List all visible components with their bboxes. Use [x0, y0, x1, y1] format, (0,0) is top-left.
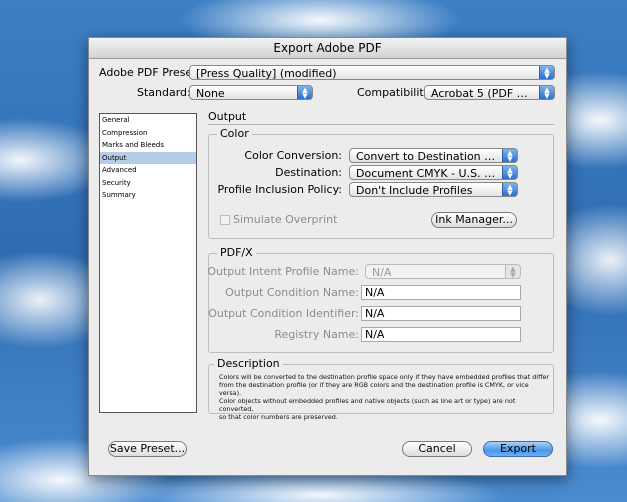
export-dialog: Export Adobe PDF Adobe PDF Preset: [Pres…: [88, 37, 567, 476]
profile-inclusion-value: Don't Include Profiles: [356, 184, 473, 197]
standard-label: Standard:: [137, 86, 191, 99]
up-down-arrows-icon: ▲ ▼: [502, 166, 517, 179]
standard-value: None: [196, 87, 225, 100]
up-down-arrows-icon: ▲ ▼: [505, 265, 520, 278]
description-line: from the destination profile (or if they…: [219, 381, 529, 397]
sidebar-item-compression[interactable]: Compression: [100, 127, 196, 140]
output-intent-value: N/A: [372, 266, 392, 279]
export-button[interactable]: Export: [483, 441, 553, 457]
sidebar-item-advanced[interactable]: Advanced: [100, 164, 196, 177]
up-down-arrows-icon: ▲ ▼: [502, 183, 517, 196]
color-group: Color Color Conversion: Convert to Desti…: [208, 127, 554, 239]
color-group-title: Color: [217, 127, 252, 140]
window-title: Export Adobe PDF: [89, 38, 566, 59]
compatibility-value: Acrobat 5 (PDF 1.4): [431, 87, 534, 100]
up-down-arrows-icon: ▲ ▼: [539, 86, 554, 99]
destination-popup[interactable]: Document CMYK - U.S. Web ... ▲▼: [349, 165, 518, 180]
compatibility-popup[interactable]: Acrobat 5 (PDF 1.4) ▲ ▼: [424, 85, 555, 100]
destination-label: Destination:: [275, 166, 342, 179]
sidebar-item-general[interactable]: General: [100, 114, 196, 127]
sidebar-item-security[interactable]: Security: [100, 177, 196, 190]
profile-inclusion-label: Profile Inclusion Policy:: [217, 183, 342, 196]
ink-manager-button[interactable]: Ink Manager...: [431, 212, 517, 228]
output-intent-popup[interactable]: N/A ▲ ▼: [365, 264, 521, 279]
description-group: Description Colors will be converted to …: [208, 357, 554, 421]
up-down-arrows-icon: ▲ ▼: [539, 66, 554, 79]
output-condition-identifier-label: Output Condition Identifier:: [208, 307, 359, 320]
output-condition-name-label: Output Condition Name:: [225, 286, 359, 299]
pdfx-group-title: PDF/X: [217, 246, 256, 259]
registry-name-label: Registry Name:: [274, 328, 359, 341]
color-conversion-value: Convert to Destination (Prese...: [356, 150, 497, 163]
description-line: Colors will be converted to the destinat…: [219, 373, 550, 381]
description-line: so that color numbers are preserved.: [219, 413, 338, 421]
sidebar-item-summary[interactable]: Summary: [100, 189, 196, 202]
page-title: Output: [208, 110, 247, 123]
compatibility-label: Compatibility:: [357, 86, 434, 99]
description-line: Color objects without embedded profiles …: [219, 397, 516, 413]
up-down-arrows-icon: ▲ ▼: [502, 149, 517, 162]
registry-name-field[interactable]: N/A: [361, 327, 521, 342]
simulate-overprint-label: Simulate Overprint: [233, 213, 338, 226]
preset-value: [Press Quality] (modified): [196, 67, 337, 80]
save-preset-button[interactable]: Save Preset...: [108, 441, 187, 457]
destination-value: Document CMYK - U.S. Web ...: [356, 167, 497, 180]
profile-inclusion-popup[interactable]: Don't Include Profiles ▲ ▼: [349, 182, 518, 197]
description-text: Colors will be converted to the destinat…: [219, 373, 551, 421]
category-list: General Compression Marks and Bleeds Out…: [99, 113, 197, 413]
up-down-arrows-icon: ▲ ▼: [297, 86, 312, 99]
pdfx-group: PDF/X Output Intent Profile Name: N/A ▲ ▼…: [207, 246, 554, 353]
preset-label: Adobe PDF Preset:: [99, 66, 201, 79]
sidebar-item-marks-and-bleeds[interactable]: Marks and Bleeds: [100, 139, 196, 152]
cancel-button[interactable]: Cancel: [402, 441, 472, 457]
output-intent-label: Output Intent Profile Name:: [207, 265, 359, 278]
output-condition-name-field[interactable]: N/A: [361, 285, 521, 300]
sidebar-item-output[interactable]: Output: [100, 151, 196, 164]
color-conversion-label: Color Conversion:: [244, 149, 342, 162]
description-title: Description: [214, 357, 283, 370]
output-condition-identifier-field[interactable]: N/A: [361, 306, 521, 321]
color-conversion-popup[interactable]: Convert to Destination (Prese... ▲▼: [349, 148, 518, 163]
standard-popup[interactable]: None ▲ ▼: [189, 85, 313, 100]
title-divider: [208, 124, 554, 125]
simulate-overprint-checkbox[interactable]: [220, 215, 230, 225]
preset-popup[interactable]: [Press Quality] (modified) ▲ ▼: [189, 65, 555, 80]
